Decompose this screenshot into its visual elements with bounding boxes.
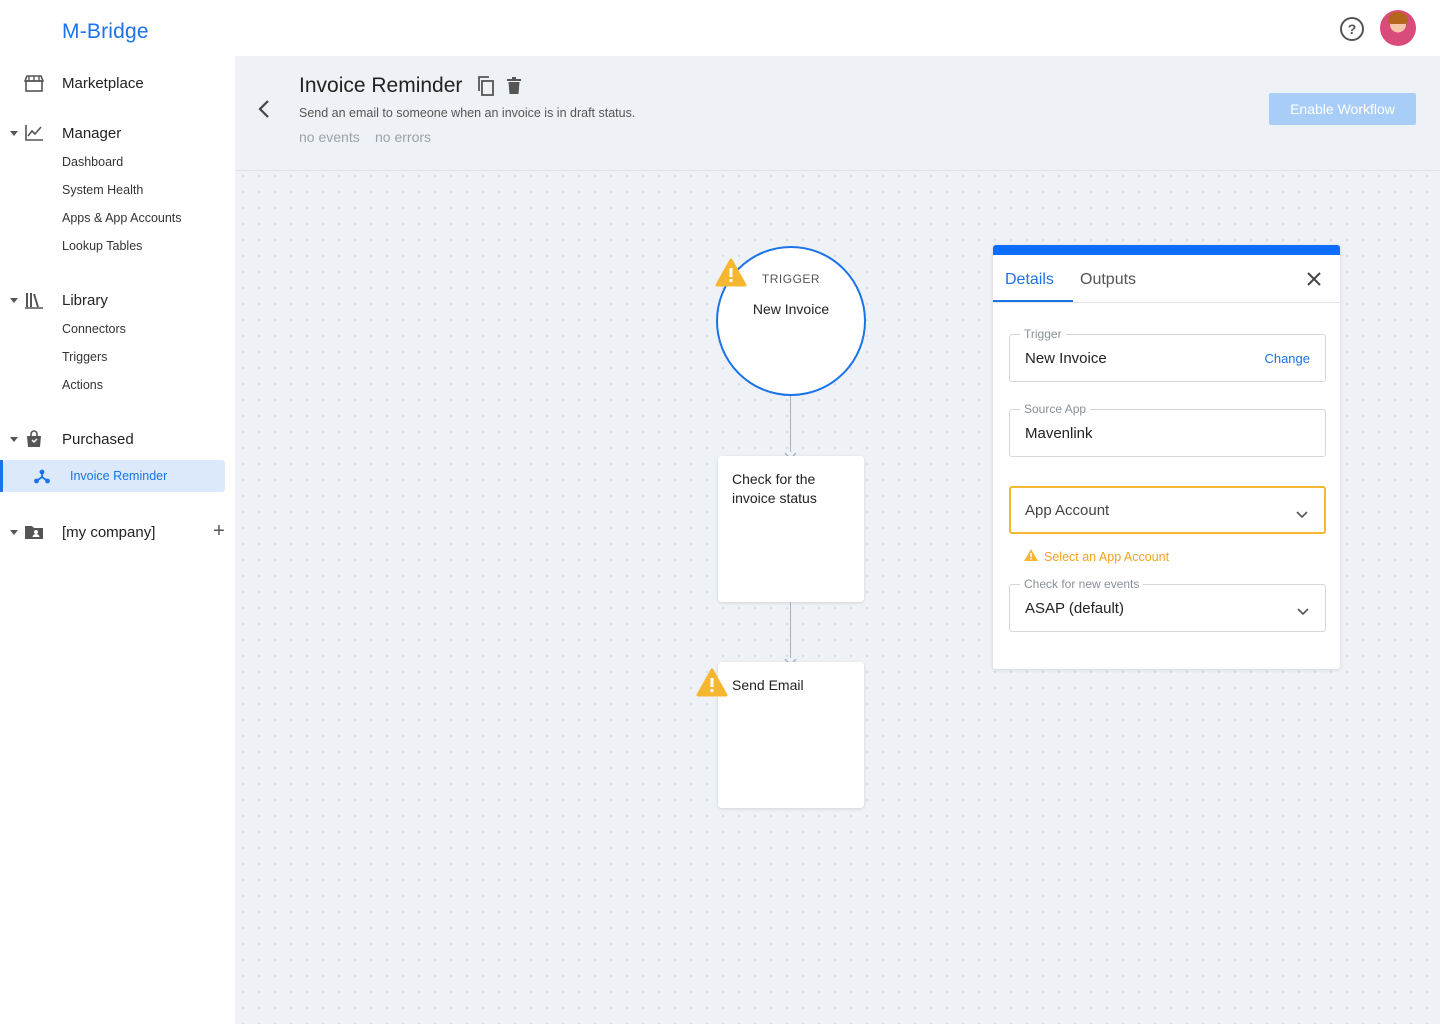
workflow-header: Invoice Reminder Send an email to someon…: [235, 56, 1440, 171]
caret-down-icon[interactable]: [10, 529, 18, 535]
enable-workflow-button[interactable]: Enable Workflow: [1269, 93, 1416, 125]
sidebar-item-triggers[interactable]: Triggers: [62, 350, 107, 364]
flow-connector: [790, 602, 791, 658]
sidebar-label: Manager: [62, 124, 122, 142]
add-icon[interactable]: +: [210, 521, 228, 541]
arrow-down-icon: [784, 447, 797, 461]
sidebar-label: Purchased: [62, 430, 134, 448]
sidebar-section-library[interactable]: Library: [0, 285, 235, 315]
field-value: ASAP (default): [1025, 600, 1124, 617]
sidebar-item-marketplace[interactable]: Marketplace: [0, 68, 235, 98]
store-icon: [24, 73, 44, 93]
main-canvas: Invoice Reminder Send an email to someon…: [235, 56, 1440, 1024]
caret-down-icon[interactable]: [10, 297, 18, 303]
step-title: Check for the invoice status: [732, 471, 817, 506]
app-account-select[interactable]: App Account: [1009, 486, 1326, 534]
trigger-name: New Invoice: [752, 301, 830, 317]
sidebar-section-manager[interactable]: Manager: [0, 118, 235, 148]
check-events-select[interactable]: Check for new events ASAP (default): [1009, 577, 1326, 632]
active-tab-underline: [993, 300, 1073, 302]
trigger-field: Trigger New Invoice Change: [1009, 327, 1326, 382]
field-value: New Invoice: [1025, 350, 1107, 367]
folder-user-icon: [24, 522, 44, 542]
caret-down-icon[interactable]: [10, 436, 18, 442]
flow-connector: [790, 396, 791, 452]
source-app-field: Source App Mavenlink: [1009, 402, 1326, 457]
sidebar-label: [my company]: [62, 523, 156, 541]
warning-icon: [1023, 548, 1039, 562]
active-indicator: [0, 460, 3, 492]
sidebar-label: Library: [62, 291, 108, 309]
help-icon[interactable]: ?: [1340, 17, 1364, 41]
sidebar-item-label: Invoice Reminder: [70, 469, 168, 483]
sidebar-item-apps-accounts[interactable]: Apps & App Accounts: [62, 211, 182, 225]
sidebar-item-actions[interactable]: Actions: [62, 378, 103, 392]
workflow-description: Send an email to someone when an invoice…: [299, 106, 636, 120]
tab-outputs[interactable]: Outputs: [1080, 271, 1136, 289]
panel-tabs: Details Outputs: [993, 255, 1340, 303]
caret-down-icon[interactable]: [10, 130, 18, 136]
change-trigger-link[interactable]: Change: [1264, 351, 1310, 366]
field-value: Mavenlink: [1025, 425, 1093, 442]
close-icon[interactable]: [1306, 271, 1322, 287]
errors-status: no errors: [375, 129, 432, 145]
workflow-icon: [33, 467, 51, 485]
sidebar-label: Marketplace: [62, 74, 144, 92]
sidebar-item-dashboard[interactable]: Dashboard: [62, 155, 123, 169]
sidebar-item-lookup-tables[interactable]: Lookup Tables: [62, 239, 142, 253]
books-icon: [24, 290, 44, 310]
warning-icon: [696, 668, 728, 698]
avatar[interactable]: [1380, 10, 1416, 46]
step-card-check-status[interactable]: Check for the invoice status: [718, 456, 864, 602]
step-title: Send Email: [732, 677, 804, 693]
page-title: Invoice Reminder: [299, 74, 463, 97]
sidebar-item-system-health[interactable]: System Health: [62, 183, 143, 197]
arrow-down-icon: [784, 653, 797, 667]
field-label: Source App: [1020, 402, 1091, 416]
select-placeholder: App Account: [1025, 502, 1110, 519]
app-account-warning: Select an App Account: [1044, 550, 1170, 564]
brand-logo[interactable]: M-Bridge: [62, 20, 149, 44]
events-status: no events: [299, 129, 360, 145]
delete-icon[interactable]: [506, 77, 522, 95]
back-arrow-icon[interactable]: [257, 98, 271, 120]
details-panel: Details Outputs Trigger New Invoice Chan…: [993, 245, 1340, 669]
chevron-down-icon: [1296, 506, 1308, 519]
sidebar: Marketplace Manager Dashboard System Hea…: [0, 56, 235, 1024]
step-card-send-email[interactable]: Send Email: [718, 662, 864, 808]
top-bar: M-Bridge ?: [0, 0, 1440, 56]
chevron-down-icon: [1297, 603, 1309, 616]
chart-line-icon: [24, 123, 44, 143]
field-label: Trigger: [1020, 327, 1066, 341]
warning-icon: [715, 258, 747, 288]
shopping-bag-icon: [24, 429, 44, 449]
sidebar-item-connectors[interactable]: Connectors: [62, 322, 126, 336]
copy-icon[interactable]: [477, 76, 495, 96]
tab-details[interactable]: Details: [1005, 271, 1054, 289]
sidebar-section-my-company[interactable]: [my company]: [0, 517, 235, 547]
sidebar-section-purchased[interactable]: Purchased: [0, 424, 235, 454]
field-label: Check for new events: [1020, 577, 1144, 591]
